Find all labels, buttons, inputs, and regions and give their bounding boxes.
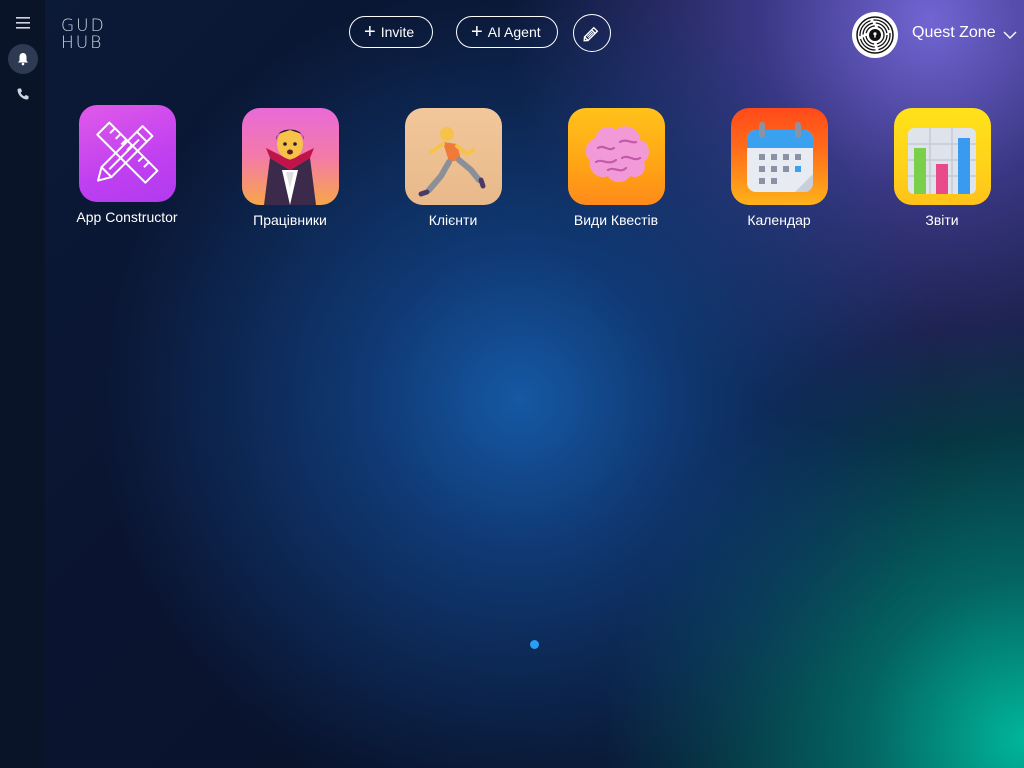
bell-icon (17, 53, 28, 66)
app-tile-clients[interactable]: Клієнти (388, 108, 518, 228)
menu-icon (15, 17, 30, 29)
invite-label: Invite (380, 24, 415, 40)
app-label: Звіти (925, 212, 959, 228)
phone-icon (17, 88, 28, 100)
pencil-icon (583, 26, 599, 42)
app-label: App Constructor (76, 209, 178, 225)
sidebar (0, 0, 45, 768)
plus-icon: + (364, 21, 376, 43)
page-indicator-dot[interactable] (530, 640, 539, 649)
app-tile-app-constructor[interactable]: App Constructor (62, 105, 192, 225)
logo-line-2: HUB (61, 33, 104, 53)
bar-chart-icon (893, 108, 991, 205)
app-label: Види Квестів (573, 212, 659, 228)
user-name[interactable]: Quest Zone (912, 24, 996, 42)
user-avatar[interactable] (852, 12, 898, 58)
plus-icon: + (471, 21, 483, 43)
notifications-button[interactable] (7, 44, 38, 74)
ai-agent-button[interactable]: + AI Agent (456, 16, 558, 48)
ai-agent-label: AI Agent (487, 24, 541, 40)
app-tile-workers[interactable]: Працівники (225, 108, 355, 228)
app-label: Клієнти (428, 212, 478, 228)
runner-icon (404, 108, 502, 205)
app-tile-reports[interactable]: Звіти (877, 108, 1007, 228)
brain-icon (567, 108, 665, 205)
menu-button[interactable] (8, 8, 38, 38)
invite-button[interactable]: + Invite (349, 16, 433, 48)
app-label: Календар (747, 212, 811, 228)
gudhub-logo[interactable]: GUD HUB (61, 18, 106, 52)
pencil-ruler-icon (78, 105, 176, 202)
maze-lock-icon (856, 16, 894, 54)
app-label: Працівники (253, 212, 327, 228)
calendar-icon (730, 108, 828, 205)
vampire-icon (241, 108, 339, 205)
app-tile-quest-types[interactable]: Види Квестів (551, 108, 681, 228)
calls-button[interactable] (8, 79, 38, 109)
chevron-down-icon[interactable] (1003, 30, 1017, 40)
app-tile-calendar[interactable]: Календар (714, 108, 844, 228)
edit-button[interactable] (573, 14, 611, 52)
